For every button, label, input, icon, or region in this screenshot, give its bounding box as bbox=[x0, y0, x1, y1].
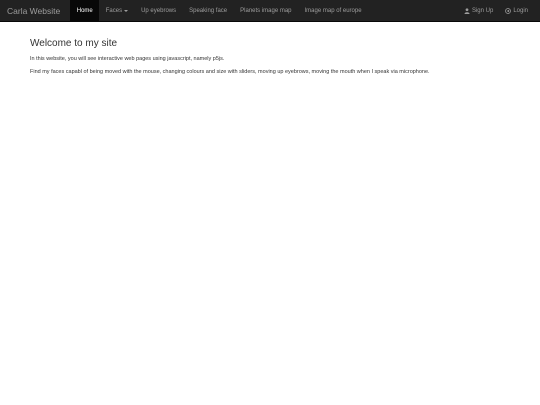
intro-paragraph: In this website, you will see interactiv… bbox=[30, 56, 225, 62]
nav-planets-image-map[interactable]: Planets image map bbox=[234, 0, 298, 21]
brand-link[interactable]: Carla Website bbox=[0, 0, 67, 21]
user-icon bbox=[464, 7, 470, 14]
login-label: Login bbox=[513, 7, 528, 14]
caret-down-icon bbox=[124, 9, 129, 12]
signup-link[interactable]: Sign Up bbox=[458, 0, 499, 21]
login-link[interactable]: Login bbox=[499, 0, 534, 21]
nav-right: Sign Up Login bbox=[458, 0, 540, 21]
nav-speaking-face[interactable]: Speaking face bbox=[183, 0, 234, 21]
nav-faces-dropdown[interactable]: Faces bbox=[99, 0, 134, 21]
page-title: Welcome to my site bbox=[30, 38, 118, 49]
nav-up-eyebrows[interactable]: Up eyebrows bbox=[135, 0, 183, 21]
navbar: Carla Website Home Faces Up eyebrows Spe… bbox=[0, 0, 540, 22]
faces-paragraph: Find my faces capabl of being moved with… bbox=[30, 69, 430, 75]
nav-menu: Home Faces Up eyebrows Speaking face Pla… bbox=[70, 0, 368, 21]
login-icon bbox=[505, 7, 512, 14]
nav-image-map-europe[interactable]: Image map of europe bbox=[298, 0, 368, 21]
nav-faces-label: Faces bbox=[105, 7, 123, 14]
signup-label: Sign Up bbox=[471, 7, 494, 14]
nav-home[interactable]: Home bbox=[70, 0, 100, 21]
main-content: Welcome to my site In this website, you … bbox=[30, 38, 520, 82]
